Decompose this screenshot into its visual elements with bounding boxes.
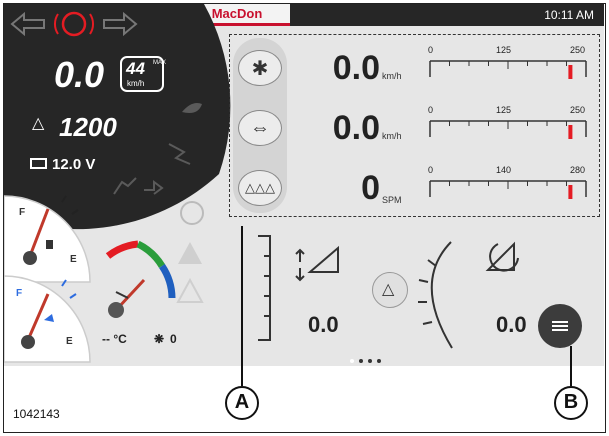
callout-a: A	[225, 386, 259, 420]
callout-b: B	[554, 386, 588, 420]
figure-number: 1042143	[13, 407, 60, 421]
callout-leaders	[241, 226, 572, 386]
